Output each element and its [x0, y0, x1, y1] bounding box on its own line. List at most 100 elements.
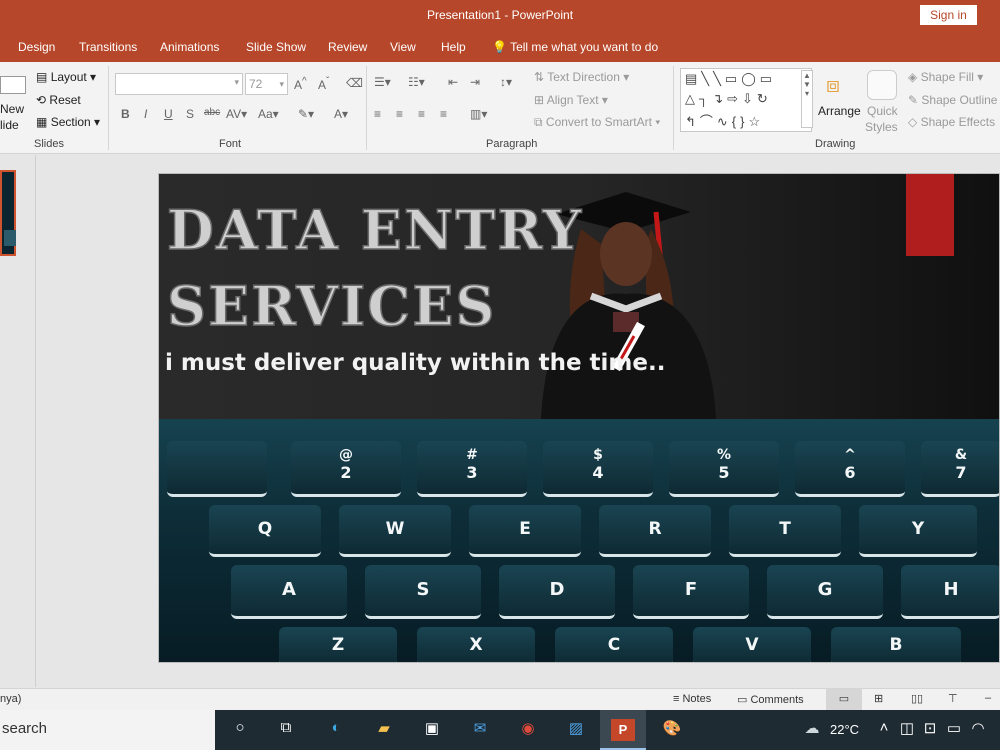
comments-button[interactable]: ▭ Comments — [737, 693, 804, 706]
tab-view[interactable]: View — [390, 40, 416, 54]
new-slide-icon[interactable] — [0, 76, 26, 94]
shapes-scroll[interactable]: ▲ ▼ ▾ — [801, 70, 813, 128]
shape-fill-button[interactable]: ◈ Shape Fill ▾ — [908, 70, 983, 84]
shapes-gallery[interactable]: ▤╲╲▭◯▭ △┐↴⇨⇩↻ ↰⌒∿{}☆ — [680, 68, 812, 132]
strikethrough-icon[interactable]: abc — [204, 107, 220, 118]
decrease-font-icon[interactable]: Aˇ — [318, 76, 329, 92]
tab-slide-show[interactable]: Slide Show — [246, 40, 306, 54]
smartart-icon: ⧉ — [534, 115, 543, 129]
layout-button[interactable]: ▤ Layout ▾ — [36, 70, 96, 84]
highlight-icon[interactable]: ✎▾ — [298, 107, 314, 121]
tab-review[interactable]: Review — [328, 40, 367, 54]
temperature[interactable]: 22°C — [830, 722, 859, 737]
slide-thumbnail[interactable] — [0, 170, 16, 256]
font-group-label: Font — [219, 138, 242, 150]
cortana-icon[interactable]: ○ — [228, 719, 252, 741]
section-button[interactable]: ▦ Section ▾ — [36, 115, 100, 129]
decrease-indent-icon[interactable]: ⇤ — [448, 75, 458, 89]
ribbon: New lide ▤ Layout ▾ ⟲ Reset ▦ Section ▾ … — [0, 62, 1000, 154]
shapes-row-2[interactable]: △┐↴⇨⇩↻ — [685, 91, 772, 107]
align-text-icon: ⊞ — [534, 93, 545, 107]
slide-hero: DATA ENTRY SERVICES i must deliver quali… — [159, 174, 999, 419]
new-slide-label-2[interactable]: lide — [0, 118, 19, 132]
numbering-icon[interactable]: ☷▾ — [408, 75, 425, 89]
shape-fill-label: Shape Fill — [920, 70, 974, 84]
file-explorer-icon[interactable]: ▰ — [372, 719, 396, 741]
tray-icon[interactable]: ◫ — [895, 719, 919, 741]
quick-styles-button-2[interactable]: Styles — [865, 120, 898, 134]
text-direction-label: Text Direction — [547, 70, 620, 84]
shape-outline-button[interactable]: ✎ Shape Outline — [908, 93, 997, 107]
chrome-icon[interactable]: ◉ — [516, 719, 540, 741]
underline-icon[interactable]: U — [164, 107, 173, 121]
align-center-icon[interactable]: ≡ — [396, 107, 403, 121]
align-text-button[interactable]: ⊞ Align Text ▾ — [534, 93, 608, 107]
slideshow-icon[interactable]: ⊤ — [948, 692, 958, 705]
tab-design[interactable]: Design — [18, 40, 55, 54]
tab-transitions[interactable]: Transitions — [79, 40, 137, 54]
tab-help[interactable]: Help — [441, 40, 466, 54]
line-spacing-icon[interactable]: ↕▾ — [500, 75, 512, 89]
clear-formatting-icon[interactable]: ⌫ — [346, 76, 363, 90]
language-indicator[interactable]: nya) — [0, 693, 21, 705]
font-color-icon[interactable]: A▾ — [334, 107, 348, 121]
quick-styles-button[interactable]: Quick — [867, 104, 898, 118]
align-right-icon[interactable]: ≡ — [418, 107, 425, 121]
zoom-minus-icon[interactable]: – — [985, 692, 991, 704]
edge-icon[interactable]: ◐ — [324, 719, 348, 741]
battery-icon[interactable]: ▭ — [942, 719, 966, 741]
bold-icon[interactable]: B — [121, 107, 130, 121]
taskbar-search[interactable]: search — [0, 710, 215, 750]
character-spacing-icon[interactable]: AV▾ — [226, 107, 247, 121]
keyboard-key — [167, 441, 267, 497]
reading-view-icon[interactable]: ▯▯ — [911, 692, 923, 705]
section-icon: ▦ — [36, 115, 48, 129]
network-icon[interactable]: ⊡ — [918, 719, 942, 741]
paint-icon[interactable]: 🎨 — [660, 719, 684, 741]
store-icon[interactable]: ▣ — [420, 719, 444, 741]
slide-title-line1[interactable]: DATA ENTRY — [166, 197, 583, 263]
wifi-icon[interactable]: ◠ — [966, 719, 990, 741]
keyboard-key-x: X — [417, 627, 535, 662]
task-view-icon[interactable]: ⧉ — [274, 719, 298, 741]
keyboard-key-c: C — [555, 627, 673, 662]
lightbulb-icon: 💡 — [492, 40, 507, 54]
chevron-up-icon[interactable]: ˄ — [872, 719, 896, 741]
italic-icon[interactable]: I — [144, 107, 147, 121]
align-left-icon[interactable]: ≡ — [374, 107, 381, 121]
keyboard-key-y: Y — [859, 505, 977, 557]
new-slide-label[interactable]: New — [0, 102, 24, 116]
mail-icon[interactable]: ✉ — [468, 719, 492, 741]
slide-tagline[interactable]: i must deliver quality within the time.. — [165, 350, 665, 376]
normal-view-icon[interactable]: ▭ — [826, 689, 862, 710]
justify-icon[interactable]: ≡ — [440, 107, 447, 121]
columns-icon[interactable]: ▥▾ — [470, 107, 487, 121]
slide-title-line2[interactable]: SERVICES — [166, 273, 496, 339]
powerpoint-taskbar-button[interactable]: P — [600, 710, 646, 750]
increase-font-icon[interactable]: A^ — [294, 76, 307, 92]
slide[interactable]: DATA ENTRY SERVICES i must deliver quali… — [158, 173, 1000, 663]
tell-me-box[interactable]: 💡 Tell me what you want to do — [492, 40, 658, 54]
thumbnail-keyboard — [4, 230, 16, 246]
font-name-combobox[interactable]: ▾ — [115, 73, 243, 95]
font-size-combobox[interactable]: 72 ▾ — [245, 73, 288, 95]
powerpoint-icon: P — [611, 719, 635, 741]
arrange-button[interactable]: Arrange — [818, 104, 861, 118]
shape-effects-button[interactable]: ◇ Shape Effects — [908, 115, 995, 129]
sign-in-button[interactable]: Sign in — [920, 5, 977, 25]
shadow-icon[interactable]: S — [186, 107, 194, 121]
shapes-row-3[interactable]: ↰⌒∿{}☆ — [685, 111, 764, 130]
convert-smartart-button[interactable]: ⧉ Convert to SmartArt ▾ — [534, 115, 660, 130]
slide-sorter-icon[interactable]: ⊞ — [874, 692, 883, 705]
photos-icon[interactable]: ▨ — [564, 719, 588, 741]
reset-button[interactable]: ⟲ Reset — [36, 93, 81, 107]
bullets-icon[interactable]: ☰▾ — [374, 75, 391, 89]
notes-button[interactable]: ≡ Notes — [673, 693, 711, 705]
shapes-row-1[interactable]: ▤╲╲▭◯▭ — [685, 71, 776, 87]
change-case-icon[interactable]: Aa▾ — [258, 107, 279, 121]
tab-animations[interactable]: Animations — [160, 40, 219, 54]
increase-indent-icon[interactable]: ⇥ — [470, 75, 480, 89]
text-direction-button[interactable]: ⇅ Text Direction ▾ — [534, 70, 629, 84]
weather-icon[interactable]: ☁ — [800, 719, 824, 741]
slides-group-label: Slides — [34, 138, 64, 150]
